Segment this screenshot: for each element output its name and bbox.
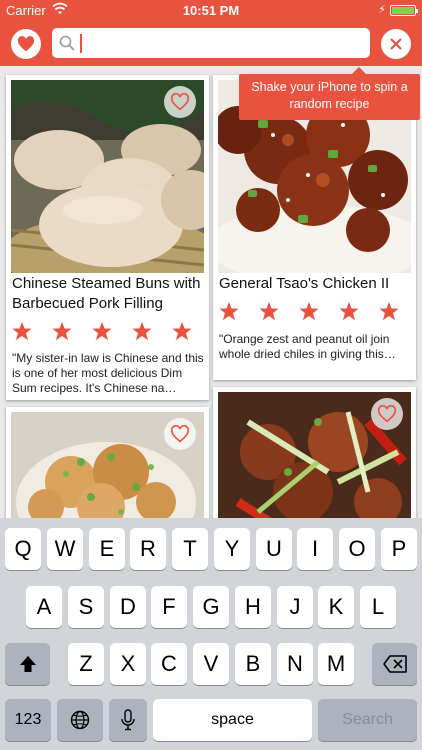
clear-search-button[interactable] <box>381 29 411 59</box>
key-t[interactable]: T <box>172 528 208 570</box>
charging-icon: ⚡ <box>378 4 386 16</box>
status-bar: Carrier 10:51 PM ⚡ <box>0 0 422 20</box>
key-z[interactable]: Z <box>68 643 104 685</box>
nav-bar <box>0 20 422 66</box>
key-x[interactable]: X <box>110 643 146 685</box>
numbers-key[interactable]: 123 <box>5 699 51 741</box>
star-icon <box>92 321 112 341</box>
microphone-icon <box>121 709 135 731</box>
tooltip-text: Shake your iPhone to spin a random recip… <box>251 80 408 111</box>
recipe-description: "My sister-in law is Chinese and this is… <box>12 351 204 395</box>
star-icon <box>132 321 152 341</box>
star-icon <box>339 301 359 321</box>
star-icon <box>52 321 72 341</box>
backspace-icon <box>382 655 407 673</box>
recipe-card[interactable] <box>6 407 209 518</box>
key-n[interactable]: N <box>277 643 313 685</box>
key-j[interactable]: J <box>277 586 313 628</box>
close-icon <box>390 38 402 50</box>
favorite-toggle-button[interactable] <box>164 418 196 450</box>
search-input[interactable] <box>52 28 370 58</box>
key-q[interactable]: Q <box>5 528 41 570</box>
globe-key[interactable] <box>57 699 103 741</box>
favorite-toggle-button[interactable] <box>164 86 196 118</box>
key-c[interactable]: C <box>151 643 187 685</box>
key-i[interactable]: I <box>297 528 333 570</box>
recipe-card[interactable]: General Tsao's Chicken II "Orange zest a… <box>213 75 416 380</box>
heart-outline-icon <box>170 425 190 443</box>
key-k[interactable]: K <box>318 586 354 628</box>
key-s[interactable]: S <box>68 586 104 628</box>
heart-icon <box>17 36 35 52</box>
key-m[interactable]: M <box>318 643 354 685</box>
backspace-key[interactable] <box>372 643 417 685</box>
key-f[interactable]: F <box>151 586 187 628</box>
space-key[interactable]: space <box>153 699 312 741</box>
rating-stars <box>219 301 399 321</box>
key-w[interactable]: W <box>47 528 83 570</box>
star-icon <box>259 301 279 321</box>
key-u[interactable]: U <box>256 528 292 570</box>
dictation-key[interactable] <box>109 699 147 741</box>
heart-outline-icon <box>377 405 397 423</box>
star-icon <box>172 321 192 341</box>
rating-stars <box>12 321 192 341</box>
heart-outline-icon <box>170 93 190 111</box>
recipe-title: Chinese Steamed Buns with Barbecued Pork… <box>12 275 201 312</box>
favorites-button[interactable] <box>11 29 41 59</box>
clock: 10:51 PM <box>182 3 240 18</box>
favorite-toggle-button[interactable] <box>371 398 403 430</box>
globe-icon <box>70 710 90 730</box>
key-d[interactable]: D <box>110 586 146 628</box>
star-icon <box>12 321 32 341</box>
keyboard: Q W E R T Y U I O P A S D F G H J K L Z … <box>0 518 422 750</box>
key-o[interactable]: O <box>339 528 375 570</box>
recipe-feed[interactable]: Chinese Steamed Buns with Barbecued Pork… <box>0 66 422 518</box>
key-a[interactable]: A <box>26 586 62 628</box>
app-root: Carrier 10:51 PM ⚡ Chinese Steamed Buns … <box>0 0 422 750</box>
key-e[interactable]: E <box>89 528 125 570</box>
battery-icon <box>390 5 418 16</box>
recipe-title: General Tsao's Chicken II <box>219 275 390 292</box>
recipe-card[interactable]: Chinese Steamed Buns with Barbecued Pork… <box>6 75 209 400</box>
shake-tip-tooltip: Shake your iPhone to spin a random recip… <box>239 67 420 120</box>
shift-key[interactable] <box>5 643 50 685</box>
key-h[interactable]: H <box>235 586 271 628</box>
search-key[interactable]: Search <box>318 699 417 741</box>
recipe-description: "Orange zest and peanut oil join whole d… <box>219 332 390 361</box>
star-icon <box>299 301 319 321</box>
star-icon <box>219 301 239 321</box>
key-v[interactable]: V <box>193 643 229 685</box>
key-p[interactable]: P <box>381 528 417 570</box>
key-y[interactable]: Y <box>214 528 250 570</box>
key-r[interactable]: R <box>130 528 166 570</box>
key-b[interactable]: B <box>235 643 271 685</box>
shift-icon <box>19 656 36 672</box>
text-caret <box>80 34 82 53</box>
key-g[interactable]: G <box>193 586 229 628</box>
key-l[interactable]: L <box>360 586 396 628</box>
recipe-card[interactable] <box>213 387 416 518</box>
star-icon <box>379 301 399 321</box>
search-icon <box>59 35 75 51</box>
